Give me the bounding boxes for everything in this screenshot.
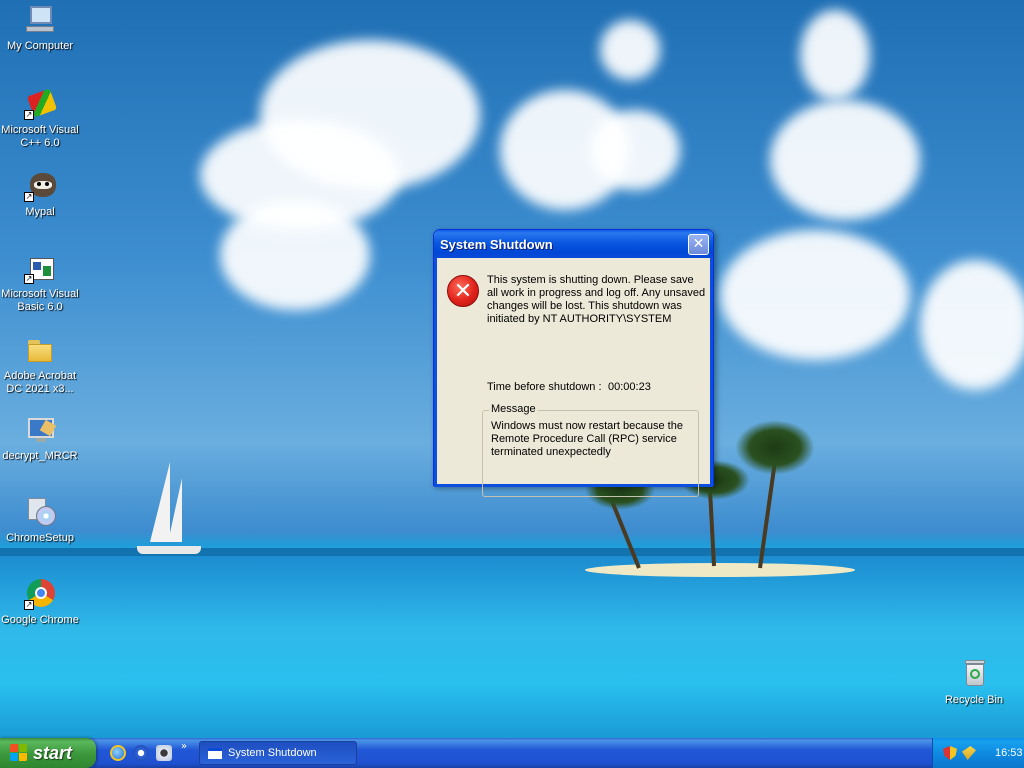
visual-basic-icon: ↗ [24,252,56,284]
error-icon: ✕ [447,275,479,307]
program-icon [24,414,57,446]
desktop-icon-label: Mypal [25,206,55,218]
message-groupbox: Message Windows must now restart because… [482,403,699,497]
network-icon[interactable] [962,746,976,760]
quick-launch-more-icon[interactable]: » [181,741,187,752]
close-icon: ✕ [692,236,705,252]
start-button[interactable]: start [0,738,96,768]
desktop-icon-visual-basic[interactable]: ↗ Microsoft Visual Basic 6.0 [0,252,80,314]
shutdown-message: This system is shutting down. Please sav… [487,274,706,325]
desktop-icon-label: Recycle Bin [944,694,1004,706]
desktop-icon-label: Google Chrome [1,614,79,626]
internet-explorer-icon[interactable] [110,745,126,761]
window-icon [208,747,222,759]
system-shutdown-dialog: System Shutdown ✕ ✕ This system is shutt… [433,229,714,497]
desktop-icon-recycle-bin[interactable]: Recycle Bin [934,658,1014,707]
desktop-icon-label: decrypt_MRCR [2,450,78,462]
dialog-titlebar[interactable]: System Shutdown ✕ [434,230,713,258]
folder-icon [24,334,56,366]
media-player-icon[interactable] [133,745,149,761]
desktop-icon-label: Microsoft Visual Basic 6.0 [1,288,79,313]
desktop-icon-mypal[interactable]: ↗ Mypal [0,170,80,219]
taskbar: start » System Shutdown 16:53 [0,738,1024,768]
recycle-bin-icon [958,658,990,690]
mypal-browser-icon: ↗ [24,170,56,202]
clock: 16:53 [995,747,1023,759]
groupbox-text: Windows must now restart because the Rem… [491,420,683,458]
system-tray: 16:53 [932,738,1024,768]
show-desktop-icon[interactable] [156,745,172,761]
setup-icon [24,496,56,528]
desktop-icon-label: My Computer [6,40,74,52]
timer-value: 00:00:23 [608,381,651,393]
security-shield-icon[interactable] [943,746,957,760]
desktop-icon-chromesetup[interactable]: ChromeSetup [0,496,80,545]
visual-cpp-icon: ↗ [24,88,58,120]
desktop-icon-adobe-acrobat-folder[interactable]: Adobe Acrobat DC 2021 x3... [0,334,80,396]
dialog-body: ✕ This system is shutting down. Please s… [434,258,713,497]
desktop-icon-label: Adobe Acrobat DC 2021 x3... [3,370,77,395]
my-computer-icon [24,4,56,36]
windows-logo-icon [10,744,28,762]
desktop-icon-decrypt-mrcr[interactable]: decrypt_MRCR [0,414,80,463]
dialog-title: System Shutdown [440,236,553,252]
close-button[interactable]: ✕ [688,233,709,255]
taskbar-button-system-shutdown[interactable]: System Shutdown [199,741,357,765]
desktop-icon-label: Microsoft Visual C++ 6.0 [1,124,79,149]
desktop-icon-my-computer[interactable]: My Computer [0,4,80,53]
groupbox-label: Message [489,403,538,415]
chrome-icon: ↗ [24,578,56,610]
desktop-icon-visual-cpp[interactable]: ↗ Microsoft Visual C++ 6.0 [0,88,80,150]
timer-label: Time before shutdown : [487,381,602,393]
desktop-icon-google-chrome[interactable]: ↗ Google Chrome [0,578,80,627]
taskbar-button-label: System Shutdown [228,747,317,759]
start-label: start [33,742,73,763]
desktop-icon-label: ChromeSetup [6,532,74,544]
